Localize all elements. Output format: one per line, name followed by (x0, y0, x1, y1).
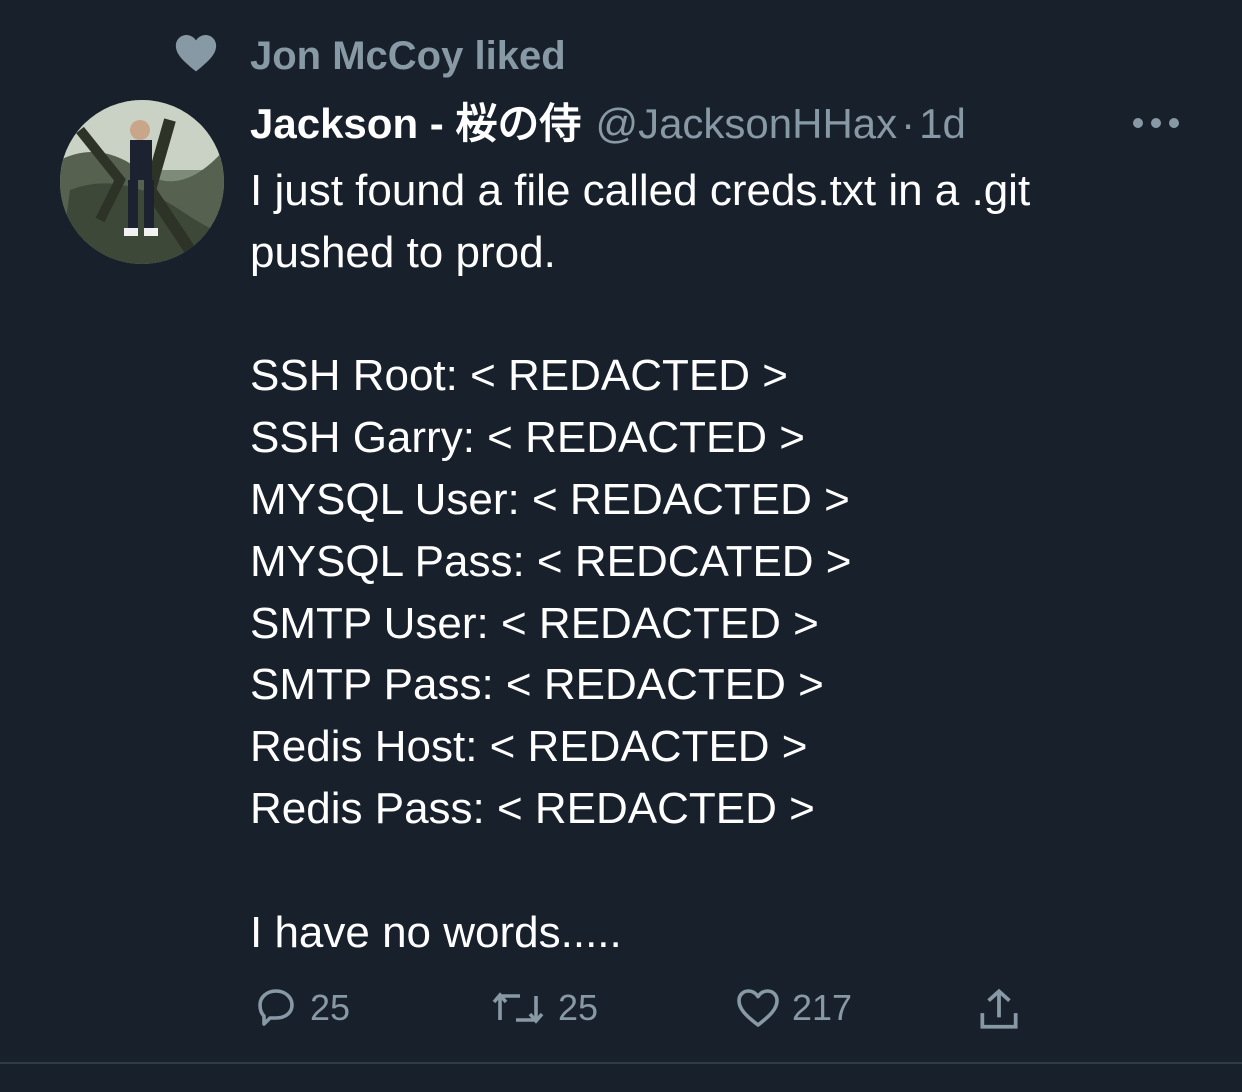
timestamp[interactable]: 1d (919, 100, 966, 147)
avatar-image (60, 100, 224, 264)
retweet-button[interactable]: 25 (488, 984, 598, 1032)
separator-dot: · (901, 100, 916, 147)
retweet-count: 25 (558, 987, 599, 1028)
tweet-line: SSH Garry: < REDACTED > (250, 413, 806, 463)
like-button[interactable]: 217 (734, 984, 852, 1032)
tweet-line: SMTP User: < REDACTED > (250, 598, 819, 648)
like-heart-icon (737, 989, 779, 1027)
tweet-line: I have no words..... (250, 907, 622, 957)
retweet-icon (492, 992, 544, 1024)
tweet-line: SMTP Pass: < REDACTED > (250, 660, 824, 710)
share-button[interactable] (974, 984, 1034, 1034)
tweet-line (250, 840, 1210, 902)
share-icon (980, 988, 1018, 1029)
tweet-line (250, 284, 1210, 346)
reply-button[interactable]: 25 (252, 984, 350, 1032)
tweet-text: I just found a file called creds.txt in … (250, 160, 1210, 963)
divider (0, 1062, 1242, 1064)
more-options-icon[interactable] (1132, 116, 1180, 130)
avatar[interactable] (60, 100, 224, 264)
like-count: 217 (792, 987, 853, 1028)
author-name[interactable]: Jackson - 桜の侍 (250, 100, 581, 147)
author-handle[interactable]: @JacksonHHax (595, 100, 897, 147)
tweet-actions: 25 25 217 (0, 984, 1242, 1044)
tweet-line: SSH Root: < REDACTED > (250, 351, 788, 401)
tweet-line: MYSQL User: < REDACTED > (250, 474, 850, 524)
tweet-header: Jackson - 桜の侍 @JacksonHHax·1d (250, 96, 966, 152)
tweet-line: Redis Pass: < REDACTED > (250, 783, 815, 833)
tweet-line: pushed to prod. (250, 227, 556, 277)
heart-icon (175, 34, 217, 72)
reply-count: 25 (310, 987, 351, 1028)
tweet-line: Redis Host: < REDACTED > (250, 722, 808, 772)
liked-by-label[interactable]: Jon McCoy liked (250, 34, 566, 79)
tweet-line: I just found a file called creds.txt in … (250, 166, 1031, 215)
social-context: Jon McCoy liked (172, 30, 566, 78)
tweet-line: MYSQL Pass: < REDCATED > (250, 536, 852, 586)
reply-icon (258, 989, 294, 1026)
